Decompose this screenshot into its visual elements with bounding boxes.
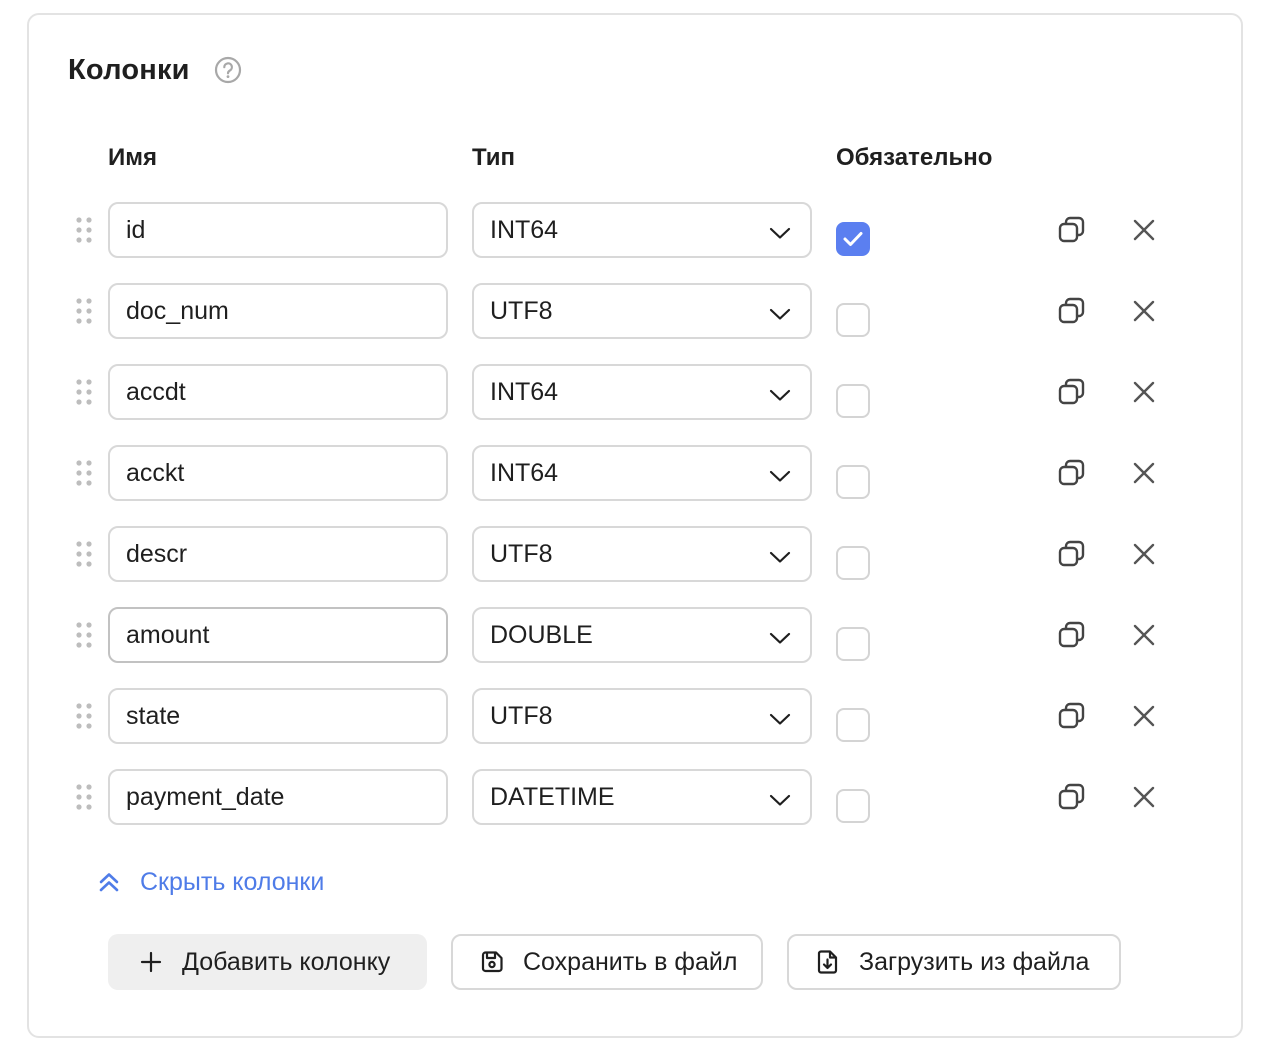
column-header-required: Обязательно <box>836 144 993 171</box>
column-type-select[interactable]: UTF8 <box>472 283 812 339</box>
column-type-select[interactable]: DOUBLE <box>472 607 812 663</box>
add-column-label: Добавить колонку <box>182 947 391 976</box>
close-icon[interactable] <box>1128 700 1160 732</box>
column-type-value: DOUBLE <box>490 621 593 649</box>
section-title: Колонки <box>68 53 190 86</box>
column-type-value: INT64 <box>490 459 559 487</box>
column-row: UTF8 <box>0 688 1268 744</box>
hide-columns-label: Скрыть колонки <box>140 867 325 896</box>
duplicate-column-icon[interactable] <box>1054 212 1090 248</box>
chevron-down-icon <box>768 383 792 407</box>
duplicate-column-icon[interactable] <box>1054 293 1090 329</box>
drag-handle-icon[interactable] <box>75 378 93 406</box>
section-header: Колонки <box>68 50 242 90</box>
column-required-checkbox[interactable] <box>836 627 870 661</box>
column-row: UTF8 <box>0 283 1268 339</box>
column-row: INT64 <box>0 364 1268 420</box>
column-header-type: Тип <box>472 144 515 171</box>
drag-handle-icon[interactable] <box>75 297 93 325</box>
duplicate-column-icon[interactable] <box>1054 374 1090 410</box>
column-row: DATETIME <box>0 769 1268 825</box>
drag-handle-icon[interactable] <box>75 540 93 568</box>
chevron-down-icon <box>768 302 792 326</box>
close-icon[interactable] <box>1128 214 1160 246</box>
load-from-file-button[interactable]: Загрузить из файла <box>787 934 1121 990</box>
save-to-file-label: Сохранить в файл <box>523 947 738 976</box>
column-required-checkbox[interactable] <box>836 465 870 499</box>
close-icon[interactable] <box>1128 781 1160 813</box>
add-column-button[interactable]: Добавить колонку <box>108 934 427 990</box>
hide-columns-link[interactable]: Скрыть колонки <box>94 864 324 900</box>
duplicate-column-icon[interactable] <box>1054 698 1090 734</box>
close-icon[interactable] <box>1128 376 1160 408</box>
column-name-input[interactable] <box>108 607 448 663</box>
column-required-checkbox[interactable] <box>836 789 870 823</box>
drag-handle-icon[interactable] <box>75 621 93 649</box>
chevron-down-icon <box>768 221 792 245</box>
checkmark-icon <box>843 232 863 246</box>
question-circle-icon[interactable] <box>214 56 242 84</box>
close-icon[interactable] <box>1128 295 1160 327</box>
column-name-input[interactable] <box>108 445 448 501</box>
close-icon[interactable] <box>1128 538 1160 570</box>
column-required-checkbox[interactable] <box>836 384 870 418</box>
floppy-disk-icon <box>477 947 507 977</box>
column-type-select[interactable]: INT64 <box>472 445 812 501</box>
close-icon[interactable] <box>1128 619 1160 651</box>
column-name-input[interactable] <box>108 688 448 744</box>
duplicate-column-icon[interactable] <box>1054 617 1090 653</box>
column-required-checkbox[interactable] <box>836 546 870 580</box>
column-row: UTF8 <box>0 526 1268 582</box>
column-type-value: UTF8 <box>490 540 553 568</box>
close-icon[interactable] <box>1128 457 1160 489</box>
column-required-checkbox[interactable] <box>836 303 870 337</box>
column-type-value: INT64 <box>490 378 559 406</box>
save-to-file-button[interactable]: Сохранить в файл <box>451 934 763 990</box>
column-type-select[interactable]: INT64 <box>472 364 812 420</box>
load-from-file-label: Загрузить из файла <box>859 947 1090 976</box>
chevron-down-icon <box>768 788 792 812</box>
column-required-checkbox[interactable] <box>836 222 870 256</box>
duplicate-column-icon[interactable] <box>1054 779 1090 815</box>
column-type-value: UTF8 <box>490 297 553 325</box>
column-type-select[interactable]: UTF8 <box>472 526 812 582</box>
column-name-input[interactable] <box>108 769 448 825</box>
drag-handle-icon[interactable] <box>75 783 93 811</box>
duplicate-column-icon[interactable] <box>1054 536 1090 572</box>
column-required-checkbox[interactable] <box>836 708 870 742</box>
chevron-down-icon <box>768 464 792 488</box>
double-chevron-up-icon <box>94 867 124 897</box>
column-name-input[interactable] <box>108 283 448 339</box>
column-name-input[interactable] <box>108 364 448 420</box>
column-row: INT64 <box>0 202 1268 258</box>
column-name-input[interactable] <box>108 526 448 582</box>
drag-handle-icon[interactable] <box>75 216 93 244</box>
column-row: INT64 <box>0 445 1268 501</box>
column-type-select[interactable]: INT64 <box>472 202 812 258</box>
duplicate-column-icon[interactable] <box>1054 455 1090 491</box>
drag-handle-icon[interactable] <box>75 459 93 487</box>
column-type-value: INT64 <box>490 216 559 244</box>
plus-icon <box>136 947 166 977</box>
chevron-down-icon <box>768 545 792 569</box>
column-name-input[interactable] <box>108 202 448 258</box>
column-type-value: UTF8 <box>490 702 553 730</box>
chevron-down-icon <box>768 707 792 731</box>
file-download-icon <box>813 947 843 977</box>
column-row: DOUBLE <box>0 607 1268 663</box>
column-type-select[interactable]: UTF8 <box>472 688 812 744</box>
chevron-down-icon <box>768 626 792 650</box>
drag-handle-icon[interactable] <box>75 702 93 730</box>
column-header-name: Имя <box>108 144 158 171</box>
column-type-select[interactable]: DATETIME <box>472 769 812 825</box>
column-type-value: DATETIME <box>490 783 615 811</box>
